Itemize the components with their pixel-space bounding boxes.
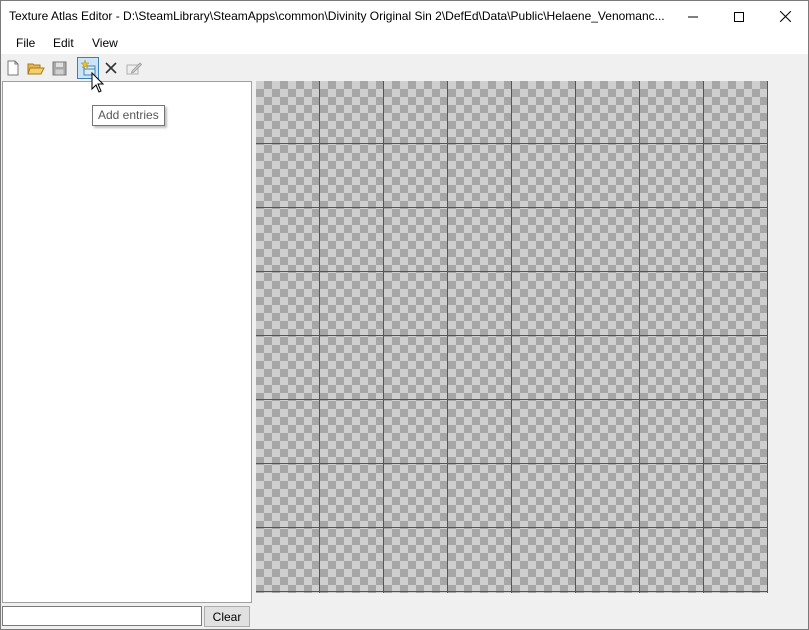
- new-file-icon: [7, 60, 19, 76]
- menu-edit[interactable]: Edit: [53, 36, 74, 50]
- window-title: Texture Atlas Editor - D:\SteamLibrary\S…: [9, 9, 665, 23]
- close-icon: [779, 11, 791, 22]
- maximize-button[interactable]: [716, 1, 762, 32]
- texture-atlas-editor-window: Texture Atlas Editor - D:\SteamLibrary\S…: [0, 0, 809, 630]
- delete-x-icon: [105, 62, 117, 74]
- minimize-button[interactable]: [670, 1, 716, 32]
- open-folder-icon: [27, 63, 45, 75]
- save-disk-icon: [52, 61, 66, 75]
- mouse-cursor-icon: [91, 72, 105, 93]
- add-entries-tooltip: Add entries: [92, 105, 165, 126]
- toolbar: [1, 55, 808, 80]
- open-button[interactable]: [25, 57, 47, 79]
- clear-button[interactable]: Clear: [204, 606, 250, 627]
- filter-input[interactable]: [2, 606, 202, 626]
- new-button[interactable]: [2, 57, 24, 79]
- edit-entry-icon: [126, 62, 142, 75]
- maximize-icon: [734, 11, 744, 22]
- menu-bar: File Edit View: [1, 32, 808, 54]
- minimize-icon: [688, 16, 698, 17]
- menu-view[interactable]: View: [92, 36, 118, 50]
- edit-button[interactable]: [123, 57, 145, 79]
- menu-file[interactable]: File: [16, 36, 35, 50]
- atlas-preview-canvas[interactable]: [256, 81, 768, 593]
- save-button[interactable]: [48, 57, 70, 79]
- atlas-entries-list[interactable]: [2, 81, 252, 603]
- close-button[interactable]: [762, 1, 808, 32]
- title-bar[interactable]: Texture Atlas Editor - D:\SteamLibrary\S…: [1, 1, 808, 32]
